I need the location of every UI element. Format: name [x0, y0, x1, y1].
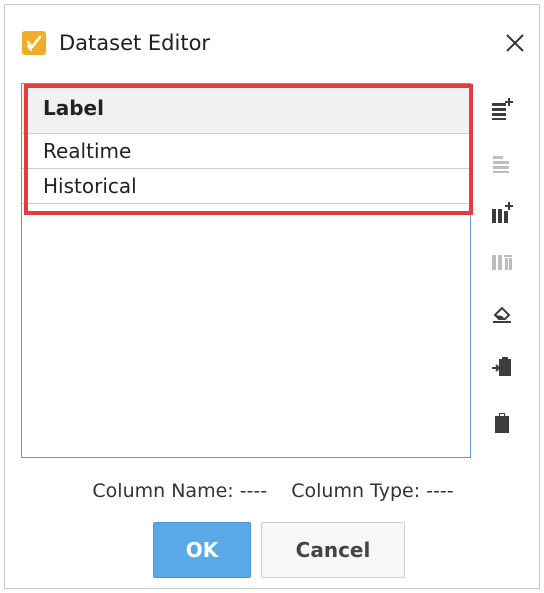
- column-name-label: Column Name:: [92, 480, 234, 502]
- app-icon: [22, 31, 46, 55]
- column-type-value: ----: [426, 480, 454, 502]
- cell-value: Realtime: [43, 139, 132, 163]
- window-title: Dataset Editor: [59, 31, 211, 55]
- column-header-text: Label: [43, 96, 104, 120]
- title-bar: Dataset Editor: [5, 5, 539, 69]
- close-icon: [506, 34, 524, 52]
- remove-column-button[interactable]: [488, 247, 516, 275]
- dataset-editor-window: Dataset Editor Label Realtime Historical: [4, 4, 540, 589]
- dataset-table[interactable]: Label Realtime Historical: [21, 83, 471, 458]
- paste-insert-icon: [492, 357, 511, 376]
- paste-insert-button[interactable]: [488, 353, 516, 381]
- cell-value: Historical: [43, 174, 137, 198]
- column-info: Column Name: ---- Column Type: ----: [5, 478, 541, 504]
- column-name-value: ----: [239, 480, 268, 502]
- remove-row-button[interactable]: [488, 149, 516, 177]
- cancel-button[interactable]: Cancel: [261, 522, 405, 578]
- eraser-icon: [493, 306, 511, 323]
- side-toolbar: [481, 87, 523, 457]
- clipboard-button[interactable]: [488, 409, 516, 437]
- add-row-button[interactable]: [488, 95, 516, 123]
- table-row[interactable]: Realtime: [22, 134, 470, 169]
- add-column-icon: [492, 202, 513, 223]
- column-type-label: Column Type:: [291, 480, 421, 502]
- remove-row-icon: [493, 156, 509, 173]
- add-row-icon: [492, 98, 513, 120]
- column-header-label[interactable]: Label: [22, 84, 470, 134]
- remove-column-icon: [492, 255, 512, 270]
- close-button[interactable]: [497, 25, 533, 61]
- ok-button[interactable]: OK: [153, 522, 251, 578]
- table-row[interactable]: Historical: [22, 169, 470, 204]
- add-column-button[interactable]: [488, 199, 516, 227]
- clipboard-icon: [495, 413, 509, 433]
- clear-button[interactable]: [488, 299, 516, 327]
